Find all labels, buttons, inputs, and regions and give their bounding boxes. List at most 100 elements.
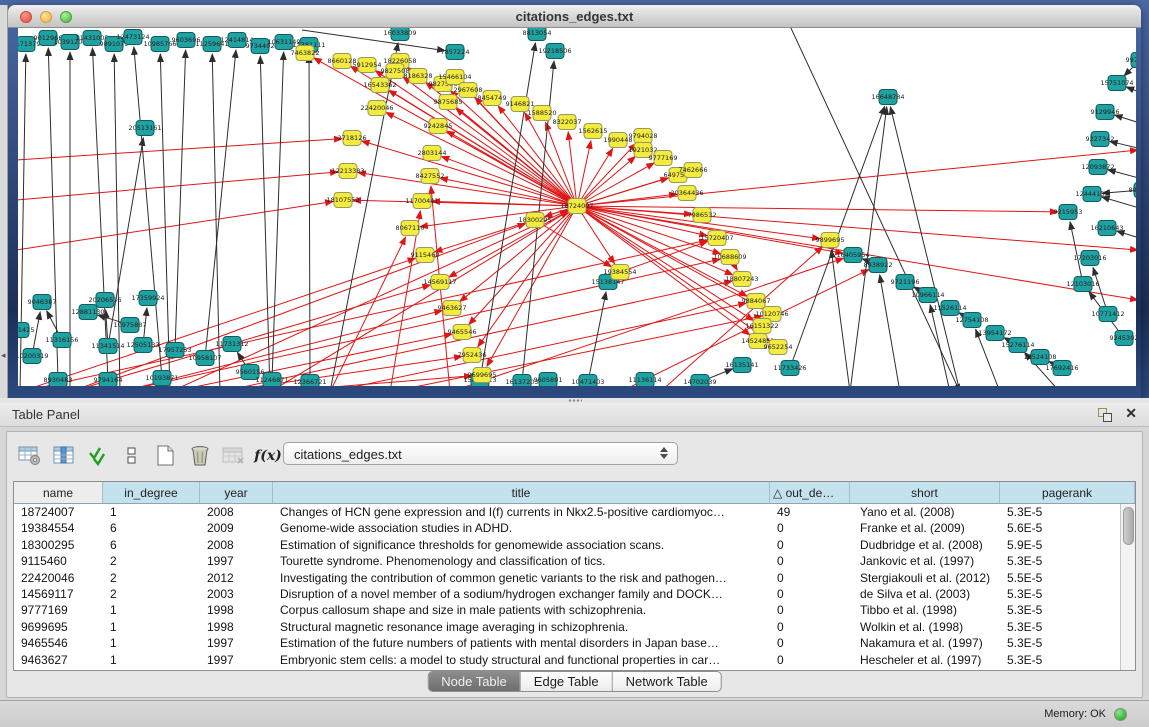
close-panel-icon[interactable]: ✕: [1125, 405, 1137, 422]
graph-edge[interactable]: [386, 112, 577, 206]
table-cell[interactable]: Yano et al. (2008): [850, 504, 1000, 520]
graph-edge[interactable]: [930, 305, 950, 386]
table-row[interactable]: 946554611997Estimation of the future num…: [14, 635, 1120, 651]
graph-edge[interactable]: [831, 250, 850, 386]
table-cell[interactable]: 0: [770, 553, 850, 569]
table-cell[interactable]: Nakamura et al. (1997): [850, 635, 1000, 651]
tab-network-table[interactable]: Network Table: [612, 672, 721, 691]
table-row[interactable]: 1938455462009Genome-wide association stu…: [14, 520, 1120, 536]
network-graph[interactable]: 8171379901296610391209114310059891079124…: [18, 28, 1136, 386]
table-cell[interactable]: 5.3E-5: [1000, 586, 1120, 602]
select-all-check-button[interactable]: [83, 442, 113, 470]
table-cell[interactable]: 1997: [200, 553, 273, 569]
table-cell[interactable]: 2: [103, 553, 200, 569]
table-cell[interactable]: 2003: [200, 586, 273, 602]
table-cell[interactable]: 9777169: [14, 602, 103, 618]
table-cell[interactable]: Dudbridge et al. (2008): [850, 537, 1000, 553]
graph-edge[interactable]: [588, 292, 606, 382]
table-cell[interactable]: Wolkin et al. (1998): [850, 619, 1000, 635]
graph-edge[interactable]: [447, 131, 577, 206]
table-cell[interactable]: 2012: [200, 570, 273, 586]
table-cell[interactable]: 5.3E-5: [1000, 619, 1120, 635]
graph-edge[interactable]: [790, 28, 960, 386]
graph-edge[interactable]: [1117, 231, 1136, 240]
new-column-button[interactable]: [151, 442, 181, 470]
collapse-arrow-icon[interactable]: ◂: [1, 351, 6, 360]
table-cell[interactable]: Jankovic et al. (1997): [850, 553, 1000, 569]
graph-edge[interactable]: [18, 172, 338, 200]
table-row[interactable]: 911546021997Tourette syndrome. Phenomeno…: [14, 553, 1120, 569]
table-cell[interactable]: Corpus callosum shape and size in male p…: [273, 602, 770, 618]
table-cell[interactable]: 1: [103, 504, 200, 520]
table-cell[interactable]: Genome-wide association studies in ADHD.: [273, 520, 770, 536]
graph-edge[interactable]: [175, 50, 186, 350]
graph-edge[interactable]: [1126, 87, 1136, 95]
table-cell[interactable]: 0: [770, 602, 850, 618]
table-cell[interactable]: 49: [770, 504, 850, 520]
table-cell[interactable]: 1: [103, 602, 200, 618]
graph-edge[interactable]: [18, 139, 342, 160]
column-header-short[interactable]: short: [850, 482, 1000, 503]
table-cell[interactable]: 2009: [200, 520, 273, 536]
table-cell[interactable]: 6: [103, 520, 200, 536]
table-cell[interactable]: 9115460: [14, 553, 103, 569]
table-selector-combobox[interactable]: citations_edges.txt: [283, 442, 678, 465]
table-cell[interactable]: 0: [770, 652, 850, 668]
column-header-name[interactable]: name: [14, 482, 103, 503]
table-row[interactable]: 1830029562008Estimation of significance …: [14, 537, 1120, 553]
table-cell[interactable]: 1998: [200, 619, 273, 635]
table-cell[interactable]: 2: [103, 586, 200, 602]
delete-column-button[interactable]: [185, 442, 215, 470]
table-cell[interactable]: Disruption of a novel member of a sodium…: [273, 586, 770, 602]
column-header-year[interactable]: year: [200, 482, 273, 503]
table-cell[interactable]: 0: [770, 570, 850, 586]
graph-edge[interactable]: [92, 48, 108, 380]
table-cell[interactable]: 1: [103, 619, 200, 635]
graph-edge[interactable]: [1102, 197, 1136, 210]
table-cell[interactable]: 9465546: [14, 635, 103, 651]
graph-edge[interactable]: [18, 202, 333, 250]
table-cell[interactable]: de Silva et al. (2003): [850, 586, 1000, 602]
table-cell[interactable]: 1997: [200, 652, 273, 668]
side-splitter[interactable]: ◂: [0, 5, 8, 398]
function-builder-button[interactable]: f(x): [253, 442, 283, 470]
table-cell[interactable]: 5.3E-5: [1000, 553, 1120, 569]
graph-edge[interactable]: [309, 55, 310, 382]
column-header-in_degree[interactable]: in_degree: [103, 482, 200, 503]
table-cell[interactable]: Structural magnetic resonance image aver…: [273, 619, 770, 635]
table-cell[interactable]: 2008: [200, 537, 273, 553]
table-cell[interactable]: 9699695: [14, 619, 103, 635]
memory-status-indicator[interactable]: [1114, 708, 1127, 721]
import-table-button[interactable]: [219, 442, 249, 470]
graph-edge[interactable]: [160, 54, 170, 386]
graph-edge[interactable]: [272, 52, 284, 380]
table-cell[interactable]: Estimation of significance thresholds fo…: [273, 537, 770, 553]
table-cell[interactable]: 19384554: [14, 520, 103, 536]
vertical-scrollbar[interactable]: [1120, 504, 1135, 670]
table-cell[interactable]: 5.3E-5: [1000, 504, 1120, 520]
table-cell[interactable]: Tourette syndrome. Phenomenology and cla…: [273, 553, 770, 569]
tab-node-table[interactable]: Node Table: [428, 672, 520, 691]
table-cell[interactable]: 9463627: [14, 652, 103, 668]
table-row[interactable]: 977716911998Corpus callosum shape and si…: [14, 602, 1120, 618]
table-row[interactable]: 1456911722003Disruption of a novel membe…: [14, 586, 1120, 602]
table-cell[interactable]: 18300295: [14, 537, 103, 553]
graph-edge[interactable]: [114, 54, 120, 386]
table-cell[interactable]: 5.5E-5: [1000, 570, 1120, 586]
table-cell[interactable]: 22420046: [14, 570, 103, 586]
network-canvas[interactable]: 8171379901296610391209114310059891079124…: [18, 28, 1136, 386]
table-cell[interactable]: 18724007: [14, 504, 103, 520]
table-row[interactable]: 946362711997Embryonic stem cells: a mode…: [14, 652, 1120, 668]
table-cell[interactable]: 5.3E-5: [1000, 602, 1120, 618]
table-row[interactable]: 1872400712008Changes of HCN gene express…: [14, 504, 1120, 520]
graph-edge[interactable]: [890, 107, 960, 386]
table-cell[interactable]: Embryonic stem cells: a model to study s…: [273, 652, 770, 668]
table-cell[interactable]: 14569117: [14, 586, 103, 602]
table-cell[interactable]: 0: [770, 619, 850, 635]
table-cell[interactable]: Estimation of the future numbers of pati…: [273, 635, 770, 651]
tab-edge-table[interactable]: Edge Table: [520, 672, 612, 691]
column-header-out_de[interactable]: △ out_de…: [770, 482, 850, 503]
table-panel-header[interactable]: Table Panel ✕: [0, 403, 1149, 427]
table-row[interactable]: 2242004622012Investigating the contribut…: [14, 570, 1120, 586]
table-cell[interactable]: 6: [103, 537, 200, 553]
